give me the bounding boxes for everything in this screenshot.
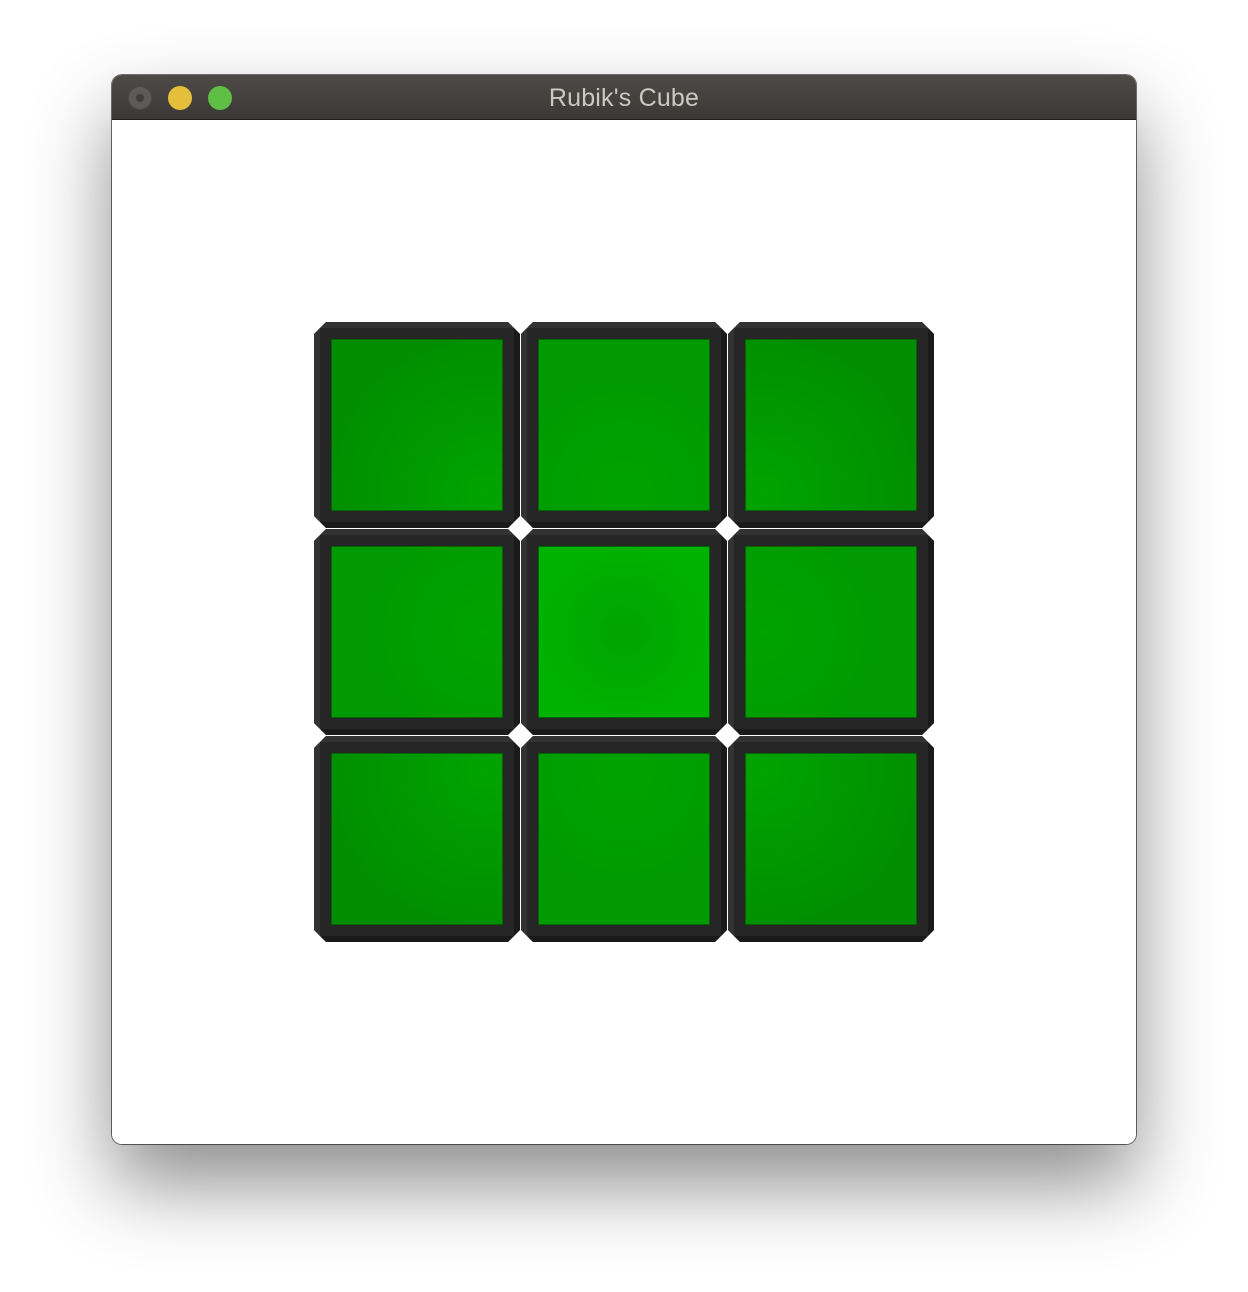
cubie-r3-c1[interactable] bbox=[314, 736, 520, 942]
cubie-r1-c2[interactable] bbox=[521, 322, 727, 528]
canvas-area[interactable] bbox=[112, 120, 1136, 1144]
cubie-r2-c3[interactable] bbox=[728, 529, 934, 735]
sticker-green bbox=[331, 753, 503, 925]
cubie-r3-c3[interactable] bbox=[728, 736, 934, 942]
app-window: Rubik's Cube bbox=[112, 75, 1136, 1144]
sticker-green bbox=[331, 339, 503, 511]
cubie-r1-c1[interactable] bbox=[314, 322, 520, 528]
sticker-green bbox=[538, 546, 710, 718]
sticker-green bbox=[538, 753, 710, 925]
cubie-r1-c3[interactable] bbox=[728, 322, 934, 528]
cubie-r2-c1[interactable] bbox=[314, 529, 520, 735]
window-title: Rubik's Cube bbox=[548, 84, 700, 112]
cubie-r2-c2[interactable] bbox=[521, 529, 727, 735]
cube-face[interactable] bbox=[314, 322, 934, 942]
sticker-green bbox=[331, 546, 503, 718]
sticker-green bbox=[745, 339, 917, 511]
sticker-green bbox=[538, 339, 710, 511]
sticker-green bbox=[745, 546, 917, 718]
sticker-green bbox=[745, 753, 917, 925]
title-bar[interactable]: Rubik's Cube bbox=[112, 75, 1136, 120]
cubie-r3-c2[interactable] bbox=[521, 736, 727, 942]
